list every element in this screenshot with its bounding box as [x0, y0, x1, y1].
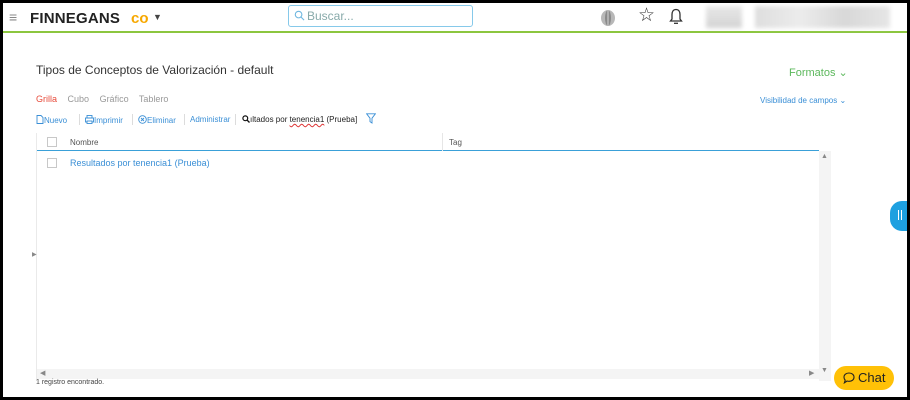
table-row[interactable]: Resultados por tenencia1 (Prueba) [37, 155, 819, 171]
row-nombre-link[interactable]: Resultados por tenencia1 (Prueba) [70, 158, 210, 168]
column-header-nombre[interactable]: Nombre [70, 138, 98, 147]
horizontal-scrollbar[interactable]: ◀ ▶ [37, 369, 819, 379]
toolbar-divider [184, 114, 185, 125]
toolbar-divider [235, 114, 236, 125]
select-all-checkbox[interactable] [47, 137, 57, 147]
top-bar: ≡ FINNEGANS co ▼ ☆ [3, 3, 907, 33]
printer-icon [85, 115, 94, 124]
new-document-icon [36, 115, 44, 124]
chevron-down-icon[interactable]: ▼ [153, 12, 162, 22]
view-tabs: Grilla Cubo Gráfico Tablero [36, 94, 176, 104]
grid-header: Nombre Tag [37, 133, 819, 151]
search-icon [294, 10, 305, 21]
tab-grafico[interactable]: Gráfico [100, 94, 129, 104]
search-input[interactable] [307, 8, 467, 24]
imprimir-button[interactable]: Imprimir [85, 115, 123, 125]
user-info[interactable] [755, 6, 890, 28]
record-count: 1 registro encontrado. [36, 379, 105, 386]
chat-bubble-icon [843, 372, 855, 384]
bell-icon[interactable] [669, 8, 683, 25]
eliminar-label: Eliminar [147, 116, 176, 125]
tab-grilla[interactable]: Grilla [36, 94, 57, 104]
nuevo-label: Nuevo [44, 116, 68, 125]
grid-search-field[interactable]: ıltados por tenencia1 (Prueba] [242, 115, 357, 124]
page-title: Tipos de Conceptos de Valorización - def… [36, 63, 274, 77]
brand-name[interactable]: FINNEGANS [30, 10, 120, 27]
nuevo-button[interactable]: Nuevo [36, 115, 67, 125]
scroll-left-icon[interactable]: ◀ [40, 369, 45, 377]
side-panel-toggle[interactable] [890, 201, 907, 231]
toolbar-divider [132, 114, 133, 125]
imprimir-label: Imprimir [94, 116, 123, 125]
search-text-misspelled: tenencia1 [289, 115, 325, 124]
eliminar-button[interactable]: Eliminar [138, 115, 176, 125]
scroll-right-icon[interactable]: ▶ [809, 369, 814, 377]
hamburger-icon[interactable]: ≡ [9, 9, 17, 25]
administrar-button[interactable]: Administrar [190, 115, 230, 124]
search-text-prefix: ıltados por [250, 115, 290, 124]
favorite-star-icon[interactable]: ☆ [638, 5, 655, 27]
chat-button[interactable]: Chat [834, 366, 894, 390]
column-header-tag[interactable]: Tag [449, 138, 462, 147]
scroll-down-icon[interactable]: ▼ [821, 367, 828, 374]
visibilidad-campos-dropdown[interactable]: Visibilidad de campos ⌄ [760, 96, 846, 105]
toolbar-divider [79, 114, 80, 125]
tab-tablero[interactable]: Tablero [139, 94, 169, 104]
row-checkbox[interactable] [47, 158, 57, 168]
data-grid: Nombre Tag Resultados por tenencia1 (Pru… [36, 133, 831, 381]
vertical-scrollbar[interactable]: ▲ [819, 151, 831, 381]
search-box[interactable] [288, 5, 473, 27]
expand-left-icon[interactable]: ▶ [32, 251, 37, 258]
app-window: ≡ FINNEGANS co ▼ ☆ Tipos de Conceptos de… [3, 3, 907, 397]
formatos-dropdown[interactable]: Formatos ⌄ [789, 66, 848, 79]
user-avatar[interactable] [706, 6, 742, 28]
chat-label: Chat [858, 370, 886, 385]
search-text-suffix: (Prueba] [324, 115, 358, 124]
brand-logo-icon: co [131, 10, 149, 27]
delete-circle-icon [138, 115, 147, 124]
pause-bars-icon [898, 210, 902, 220]
scroll-up-icon[interactable]: ▲ [821, 153, 828, 160]
search-icon [242, 115, 250, 123]
globe-icon[interactable] [598, 8, 618, 28]
tab-cubo[interactable]: Cubo [68, 94, 90, 104]
column-divider[interactable] [442, 133, 443, 151]
filter-icon[interactable] [366, 113, 376, 124]
